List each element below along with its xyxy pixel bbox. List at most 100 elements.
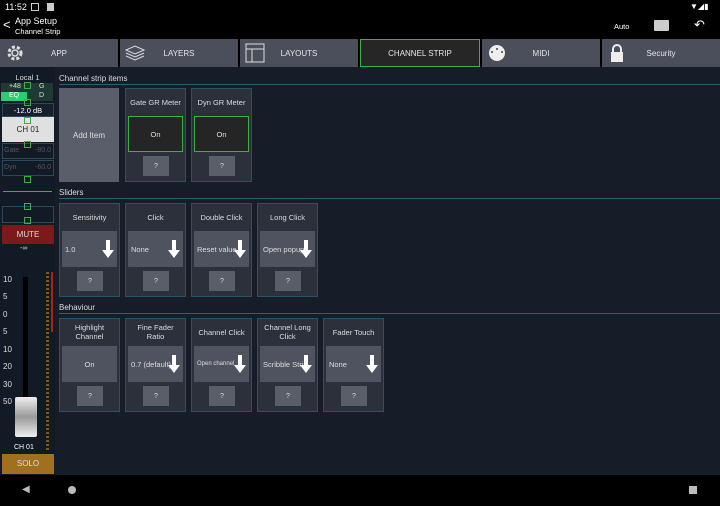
setting-value-button[interactable]: Open popup bbox=[260, 231, 315, 267]
setting-value-button[interactable]: 1.0 bbox=[62, 231, 117, 267]
setting-value-button[interactable]: Reset value bbox=[194, 231, 249, 267]
divider bbox=[3, 191, 52, 192]
section-title-items: Channel strip items bbox=[59, 74, 128, 83]
setting-title: Fine Fader Ratio bbox=[137, 323, 174, 341]
add-item-button[interactable]: Add Item bbox=[59, 88, 119, 182]
d-label[interactable]: D bbox=[39, 92, 44, 99]
setting-title: Click bbox=[147, 212, 164, 222]
wifi-signal-battery-icon: ▼◢▮ bbox=[690, 2, 709, 11]
setting-value-button[interactable]: On bbox=[194, 116, 249, 152]
arrow-down-icon bbox=[168, 240, 180, 258]
divider bbox=[59, 198, 720, 199]
setting-card: Long Click Open popup ? bbox=[257, 203, 318, 297]
tab-layers[interactable]: LAYERS bbox=[120, 39, 238, 67]
strip-name: Local 1 bbox=[15, 73, 40, 82]
edit-handle[interactable] bbox=[24, 82, 31, 89]
setting-value-button[interactable]: On bbox=[128, 116, 183, 152]
arrow-down-icon bbox=[234, 355, 246, 373]
layers-icon bbox=[125, 45, 145, 61]
help-button[interactable]: ? bbox=[77, 386, 103, 406]
edit-handle[interactable] bbox=[24, 176, 31, 183]
setting-value-button[interactable]: Scribble Strip bbox=[260, 346, 315, 382]
dyn-value: -60.0 bbox=[35, 164, 51, 171]
setting-value-button[interactable]: None bbox=[128, 231, 183, 267]
setting-value-button[interactable]: Open channel bbox=[194, 346, 249, 382]
help-button[interactable]: ? bbox=[209, 271, 235, 291]
setting-card: Channel Long Click Scribble Strip ? bbox=[257, 318, 318, 412]
tab-label: CHANNEL STRIP bbox=[388, 48, 452, 58]
auto-button[interactable]: Auto bbox=[614, 22, 629, 31]
nav-home-icon[interactable] bbox=[68, 486, 76, 494]
page-subtitle: Channel Strip bbox=[15, 27, 61, 36]
gate-value: -80.0 bbox=[35, 147, 51, 154]
edit-handle[interactable] bbox=[24, 141, 31, 148]
help-button[interactable]: ? bbox=[209, 156, 235, 176]
solo-button[interactable]: SOLO bbox=[2, 454, 54, 474]
tab-bar: APP LAYERS LAYOUTS CHANNEL STRIP MIDI Se… bbox=[0, 39, 720, 67]
tab-security[interactable]: Security bbox=[602, 39, 720, 67]
midi-icon bbox=[489, 45, 505, 61]
setting-card: Gate GR Meter On ? bbox=[125, 88, 186, 182]
nav-back-icon[interactable]: ◀ bbox=[22, 484, 30, 495]
help-button[interactable]: ? bbox=[143, 156, 169, 176]
setting-value: Open popup bbox=[263, 244, 305, 254]
nav-bar: ◀ bbox=[0, 475, 720, 506]
help-button[interactable]: ? bbox=[275, 271, 301, 291]
setting-title: Long Click bbox=[269, 212, 306, 222]
setting-title: Double Click bbox=[200, 212, 243, 222]
arrow-down-icon bbox=[300, 355, 312, 373]
arrow-down-icon bbox=[168, 355, 180, 373]
phantom-label[interactable]: +48 bbox=[9, 83, 21, 90]
setting-value: Reset value bbox=[197, 244, 237, 254]
scale-tick: 5 bbox=[3, 292, 8, 301]
dyn-row[interactable]: Dyn -60.0 bbox=[2, 160, 54, 176]
tab-midi[interactable]: MIDI bbox=[482, 39, 600, 67]
g-label[interactable]: G bbox=[39, 83, 44, 90]
channel-strip-preview: Local 1 +48 G EQ D -12.0 dB CH 01 Gate -80.… bbox=[0, 67, 55, 475]
scale-tick: 10 bbox=[3, 345, 12, 354]
layout-icon bbox=[245, 43, 265, 63]
scale-tick: 0 bbox=[3, 310, 8, 319]
setting-value: None bbox=[131, 244, 149, 254]
tab-layouts[interactable]: LAYOUTS bbox=[240, 39, 358, 67]
help-button[interactable]: ? bbox=[77, 271, 103, 291]
edit-handle[interactable] bbox=[24, 117, 31, 124]
section-title-sliders: Sliders bbox=[59, 188, 84, 197]
help-button[interactable]: ? bbox=[143, 386, 169, 406]
setting-value: On bbox=[150, 129, 161, 139]
level-value: -∞ bbox=[20, 245, 28, 252]
edit-handle[interactable] bbox=[24, 203, 31, 210]
mute-button[interactable]: MUTE bbox=[2, 225, 54, 244]
help-button[interactable]: ? bbox=[341, 386, 367, 406]
scale-tick: 10 bbox=[3, 275, 12, 284]
help-button[interactable]: ? bbox=[143, 271, 169, 291]
tab-app[interactable]: APP bbox=[0, 39, 118, 67]
tab-label: Security bbox=[646, 48, 676, 58]
scale-tick: 30 bbox=[3, 380, 12, 389]
setting-card: Fader Touch None ? bbox=[323, 318, 384, 412]
arrow-down-icon bbox=[234, 240, 246, 258]
tab-channel-strip[interactable]: CHANNEL STRIP bbox=[360, 39, 480, 67]
fader-handle[interactable] bbox=[15, 397, 37, 437]
setting-title: Highlight Channel bbox=[74, 323, 105, 341]
setting-value: 0.7 (default) bbox=[131, 359, 172, 369]
setting-title: Fader Touch bbox=[332, 327, 375, 337]
folder-icon[interactable] bbox=[654, 20, 669, 31]
setting-value-button[interactable]: None bbox=[326, 346, 381, 382]
setting-value-button[interactable]: 0.7 (default) bbox=[128, 346, 183, 382]
back-button[interactable]: < bbox=[3, 17, 11, 32]
help-button[interactable]: ? bbox=[209, 386, 235, 406]
tab-label: APP bbox=[50, 48, 67, 58]
section-title-behaviour: Behaviour bbox=[59, 303, 96, 312]
nav-recents-icon[interactable] bbox=[689, 486, 697, 494]
dyn-label: Dyn bbox=[4, 164, 17, 171]
help-button[interactable]: ? bbox=[275, 386, 301, 406]
setting-card: Click None ? bbox=[125, 203, 186, 297]
edit-handle[interactable] bbox=[24, 99, 31, 106]
setting-value-button[interactable]: On bbox=[62, 346, 117, 382]
scale-tick: 5 bbox=[3, 327, 8, 336]
setting-title: Sensitivity bbox=[72, 212, 107, 222]
notification-icon bbox=[31, 3, 39, 11]
edit-handle[interactable] bbox=[24, 217, 31, 224]
undo-icon[interactable]: ↶ bbox=[694, 17, 705, 33]
